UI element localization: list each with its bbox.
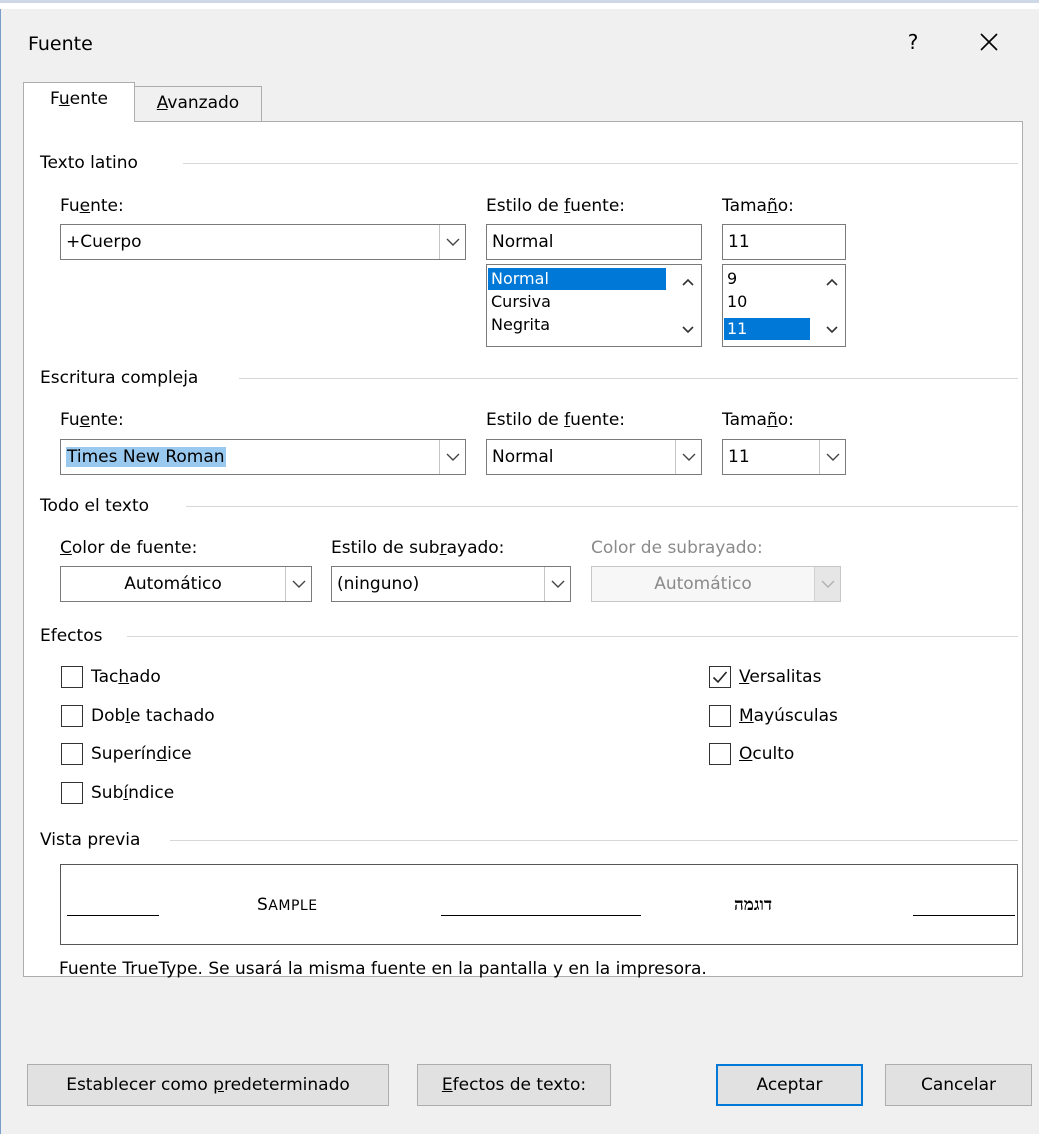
latin-size-label: Tamaño: bbox=[722, 196, 794, 216]
section-all-text: Todo el texto bbox=[40, 496, 150, 516]
chevron-up-icon[interactable] bbox=[820, 270, 844, 294]
preview-sample-text: SAMPLE bbox=[257, 895, 318, 915]
section-latin-text: Texto latino bbox=[40, 153, 138, 173]
complex-font-value: Times New Roman bbox=[66, 447, 226, 467]
document-band bbox=[0, 0, 1039, 3]
latin-size-input[interactable]: 11 bbox=[722, 224, 846, 260]
complex-style-value: Normal bbox=[492, 447, 554, 467]
chevron-down-icon[interactable] bbox=[819, 440, 845, 474]
font-color-value: Automático bbox=[124, 574, 222, 594]
checkbox-superscript[interactable]: Superíndice bbox=[61, 743, 192, 765]
chevron-down-icon[interactable] bbox=[285, 567, 311, 601]
underline-style-combo[interactable]: (ninguno) bbox=[331, 566, 571, 602]
latin-font-value: +Cuerpo bbox=[66, 232, 142, 252]
complex-style-combo[interactable]: Normal bbox=[486, 439, 702, 475]
complex-size-value: 11 bbox=[728, 447, 750, 467]
latin-font-combo[interactable]: +Cuerpo bbox=[60, 224, 466, 260]
checkbox-double-strikethrough[interactable]: Doble tachado bbox=[61, 705, 215, 727]
latin-style-list[interactable]: Normal Cursiva Negrita bbox=[486, 264, 702, 347]
complex-font-combo[interactable]: Times New Roman bbox=[60, 439, 466, 475]
list-item[interactable]: Negrita bbox=[488, 314, 550, 336]
latin-style-input[interactable]: Normal bbox=[486, 224, 702, 260]
checkbox-box[interactable] bbox=[709, 666, 731, 688]
checkbox-box[interactable] bbox=[61, 743, 83, 765]
checkbox-box[interactable] bbox=[709, 705, 731, 727]
list-item[interactable]: Normal bbox=[488, 268, 666, 290]
underline-color-label: Color de subrayado: bbox=[591, 538, 763, 558]
font-color-label: Color de fuente: bbox=[60, 538, 198, 558]
list-item[interactable]: 10 bbox=[724, 291, 747, 313]
chevron-down-icon[interactable] bbox=[544, 567, 570, 601]
set-default-button[interactable]: Establecer como predeterminado bbox=[27, 1064, 389, 1106]
complex-size-label: Tamaño: bbox=[722, 410, 794, 430]
preview-rule bbox=[913, 915, 1015, 916]
list-item[interactable]: 9 bbox=[724, 268, 737, 290]
latin-style-label: Estilo de fuente: bbox=[486, 196, 626, 216]
checkbox-box[interactable] bbox=[61, 782, 83, 804]
scrollbar[interactable] bbox=[820, 266, 844, 345]
complex-size-combo[interactable]: 11 bbox=[722, 439, 846, 475]
section-complex-script: Escritura compleja bbox=[40, 368, 199, 388]
section-divider bbox=[127, 636, 1018, 637]
section-effects: Efectos bbox=[40, 626, 103, 646]
checkmark-icon bbox=[712, 671, 728, 684]
tab-avanzado[interactable]: Avanzado bbox=[135, 86, 262, 121]
cancel-button[interactable]: Cancelar bbox=[885, 1064, 1032, 1106]
chevron-down-icon[interactable] bbox=[675, 440, 701, 474]
section-preview: Vista previa bbox=[40, 830, 141, 850]
text-effects-button[interactable]: Efectos de texto: bbox=[417, 1064, 611, 1106]
preview-rule bbox=[67, 915, 159, 916]
underline-style-label: Estilo de subrayado: bbox=[331, 538, 505, 558]
help-button[interactable]: ? bbox=[898, 25, 928, 59]
chevron-down-icon[interactable] bbox=[439, 225, 465, 259]
underline-style-value: (ninguno) bbox=[337, 574, 420, 594]
list-item[interactable]: Cursiva bbox=[488, 291, 551, 313]
scrollbar[interactable] bbox=[676, 266, 700, 345]
checkbox-box[interactable] bbox=[709, 743, 731, 765]
ok-button[interactable]: Aceptar bbox=[716, 1064, 863, 1106]
chevron-down-icon[interactable] bbox=[676, 317, 700, 341]
section-divider bbox=[183, 163, 1018, 164]
complex-font-label: Fuente: bbox=[60, 410, 124, 430]
chevron-down-icon bbox=[814, 567, 840, 601]
latin-font-label: Fuente: bbox=[60, 196, 124, 216]
latin-size-list[interactable]: 9 10 11 bbox=[722, 264, 846, 347]
chevron-down-icon[interactable] bbox=[820, 317, 844, 341]
underline-color-value: Automático bbox=[654, 574, 752, 594]
checkbox-all-caps[interactable]: Mayúsculas bbox=[709, 705, 838, 727]
preview-rule bbox=[441, 915, 641, 916]
chevron-up-icon[interactable] bbox=[676, 270, 700, 294]
section-divider bbox=[239, 378, 1018, 379]
dialog-title: Fuente bbox=[28, 33, 93, 55]
checkbox-box[interactable] bbox=[61, 666, 83, 688]
section-divider bbox=[186, 506, 1018, 507]
preview-box: SAMPLE דוגמה bbox=[60, 864, 1018, 945]
background-document-strip bbox=[0, 0, 1039, 9]
chevron-down-icon[interactable] bbox=[439, 440, 465, 474]
close-icon bbox=[980, 33, 998, 51]
preview-hebrew-text: דוגמה bbox=[734, 895, 772, 915]
tab-fuente[interactable]: Fuente bbox=[23, 82, 135, 122]
close-button[interactable] bbox=[969, 25, 1009, 59]
font-color-combo[interactable]: Automático bbox=[60, 566, 312, 602]
checkbox-strikethrough[interactable]: Tachado bbox=[61, 666, 161, 688]
font-info-text: Fuente TrueType. Se usará la misma fuent… bbox=[59, 959, 707, 979]
checkbox-small-caps[interactable]: Versalitas bbox=[709, 666, 821, 688]
checkbox-hidden[interactable]: Oculto bbox=[709, 743, 794, 765]
section-divider bbox=[170, 840, 1018, 841]
complex-style-label: Estilo de fuente: bbox=[486, 410, 626, 430]
checkbox-box[interactable] bbox=[61, 705, 83, 727]
list-item[interactable]: 11 bbox=[724, 318, 810, 340]
underline-color-combo: Automático bbox=[591, 566, 841, 602]
checkbox-subscript[interactable]: Subíndice bbox=[61, 782, 174, 804]
